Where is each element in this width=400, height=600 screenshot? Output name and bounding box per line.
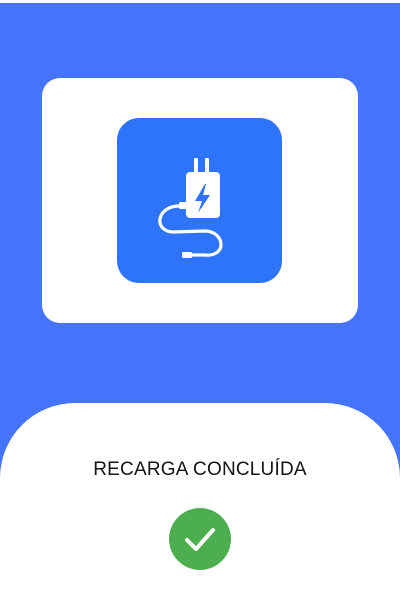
charger-icon bbox=[158, 158, 223, 258]
checkmark-icon bbox=[185, 528, 215, 551]
success-badge bbox=[169, 508, 231, 570]
top-strip bbox=[0, 0, 400, 3]
recharge-screen: RECARGA CONCLUÍDA bbox=[0, 0, 400, 600]
charger-icon-tile bbox=[117, 118, 282, 283]
status-title: RECARGA CONCLUÍDA bbox=[93, 459, 307, 480]
icon-card bbox=[42, 78, 358, 323]
status-sheet: RECARGA CONCLUÍDA bbox=[0, 403, 400, 600]
